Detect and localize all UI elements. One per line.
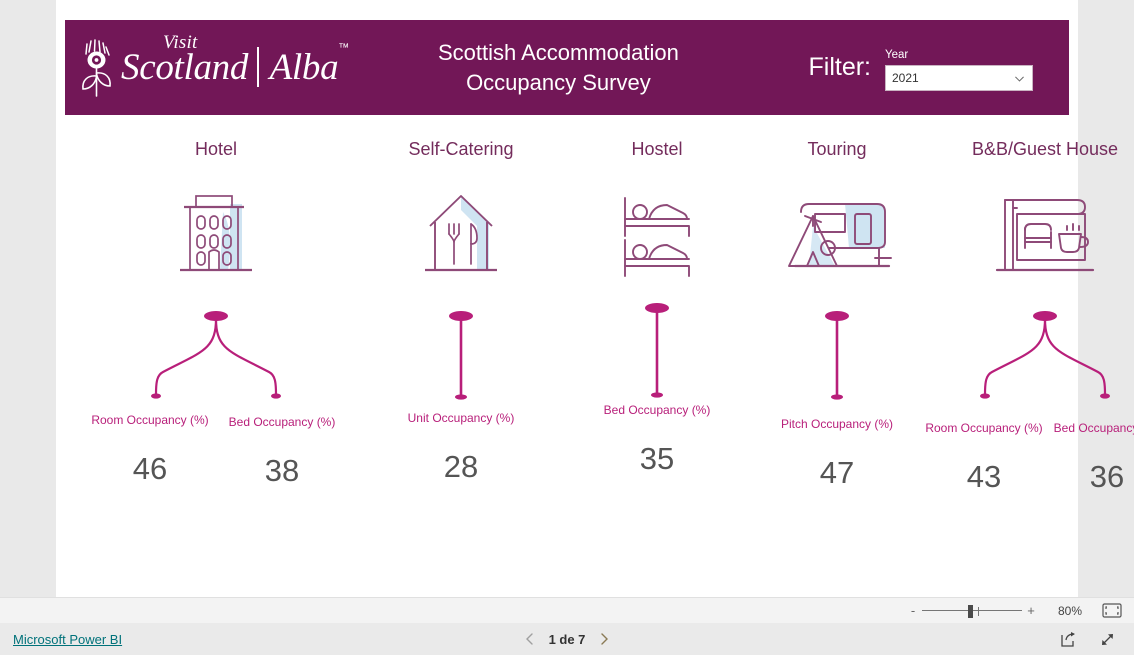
metrics-row: Bed Occupancy (%) 35 — [560, 404, 754, 474]
year-dropdown[interactable]: 2021 — [885, 65, 1033, 92]
report-canvas: Visit Scotland Alba ™ Scottish Accommodatio… — [56, 0, 1134, 597]
category-hotel: Hotel Room Occupancy (%) 46 Bed Occupanc… — [76, 140, 356, 486]
metric-value: 35 — [639, 441, 675, 476]
metric-room-occupancy: Room Occupancy (%) 43 — [922, 422, 1046, 492]
metrics-row: Pitch Occupancy (%) 47 — [745, 418, 929, 488]
bed-coffee-sign-icon — [995, 199, 1095, 272]
category-hostel: Hostel Bed Occupancy (%) 35 — [560, 140, 754, 474]
zoom-slider[interactable] — [922, 604, 1022, 618]
metric-value: 28 — [443, 449, 479, 484]
page-indicator: 1 de 7 — [548, 631, 586, 647]
metric-label: Room Occupancy (%) — [925, 421, 1043, 435]
zoom-in-button[interactable]: + — [1024, 603, 1038, 618]
logo-alba-text: Alba — [269, 47, 339, 88]
metric-label: Unit Occupancy (%) — [407, 411, 515, 425]
microsoft-power-bi-link[interactable]: Microsoft Power BI — [13, 632, 122, 647]
category-title: Self-Catering — [408, 139, 514, 159]
chevron-right-icon[interactable] — [595, 630, 613, 648]
year-slicer: Year 2021 — [885, 44, 1033, 92]
report-title: Scottish Accommodation Occupancy Survey — [437, 40, 679, 95]
status-actions — [1060, 631, 1116, 648]
house-cutlery-icon — [425, 195, 497, 272]
metric-label: Bed Occupancy (%) — [228, 415, 336, 429]
visitscotland-logo: Visit Scotland Alba ™ — [78, 20, 349, 115]
share-icon[interactable] — [1060, 631, 1077, 648]
fullscreen-icon[interactable] — [1099, 631, 1116, 648]
logo-wordmark: Visit Scotland Alba ™ — [121, 32, 349, 89]
category-self-catering: Self-Catering Unit Occupancy (%) 28 — [363, 140, 559, 482]
bunk-bed-icon — [624, 197, 690, 277]
logo-trademark: ™ — [338, 42, 350, 54]
zoom-slider-thumb[interactable] — [968, 604, 973, 618]
zoom-out-button[interactable]: - — [906, 603, 920, 618]
connector-single — [449, 311, 473, 400]
metric-value: 38 — [264, 453, 300, 488]
metric-bed-occupancy: Bed Occupancy (%) 38 — [216, 414, 348, 486]
caravan-tent-icon — [788, 203, 892, 268]
connector-branch-two — [151, 311, 281, 399]
category-columns: Hotel Room Occupancy (%) 46 Bed Occupanc… — [65, 140, 1134, 540]
connector-branch-two — [980, 311, 1110, 399]
metric-value: 36 — [1089, 459, 1125, 494]
category-title: Touring — [807, 139, 867, 159]
metrics-row: Room Occupancy (%) 46 Bed Occupancy (%) … — [76, 414, 356, 486]
metric-label: Pitch Occupancy (%) — [780, 417, 894, 431]
report-header: Visit Scotland Alba ™ Scottish Accommodatio… — [65, 20, 1069, 115]
category-title: Hotel — [194, 139, 238, 159]
connector-single — [645, 303, 669, 398]
chevron-down-icon — [1015, 76, 1024, 82]
metric-label: Bed Occupancy (%) — [1053, 421, 1134, 435]
zoom-bar: - + 80% — [0, 597, 1134, 623]
category-bnb-guest-house: B&B/Guest House Room Occupancy (%) 43 Be… — [920, 140, 1134, 492]
metric-room-occupancy: Room Occupancy (%) 46 — [84, 414, 216, 484]
metric-bed-occupancy: Bed Occupancy (%) 35 — [567, 404, 747, 474]
metric-bed-occupancy: Bed Occupancy (%) 36 — [1046, 422, 1134, 492]
year-slicer-caption: Year — [885, 48, 909, 61]
metric-value: 47 — [819, 455, 855, 490]
category-touring: Touring Pitch Occupancy (%) 47 — [745, 140, 929, 488]
zoom-percent-label: 80% — [1057, 603, 1083, 618]
logo-divider — [257, 47, 259, 87]
year-selected-value: 2021 — [892, 71, 919, 86]
connector-single — [825, 311, 849, 400]
filter-label: Filter: — [808, 53, 872, 81]
logo-visit-text: Visit — [163, 32, 198, 53]
metric-unit-occupancy: Unit Occupancy (%) 28 — [371, 412, 551, 482]
category-title: B&B/Guest House — [971, 139, 1119, 159]
metrics-row: Unit Occupancy (%) 28 — [363, 412, 559, 482]
zoom-slider-tick — [978, 606, 979, 616]
thistle-icon — [82, 38, 111, 97]
filter-block: Filter: Year 2021 — [808, 44, 1033, 92]
chevron-left-icon[interactable] — [521, 630, 539, 648]
category-title: Hostel — [631, 139, 683, 159]
status-bar: Microsoft Power BI 1 de 7 — [0, 623, 1134, 655]
metric-label: Room Occupancy (%) — [91, 413, 209, 427]
fit-to-page-icon[interactable] — [1102, 603, 1122, 618]
pager: 1 de 7 — [497, 630, 637, 648]
metric-value: 46 — [132, 451, 168, 486]
metric-label: Bed Occupancy (%) — [603, 403, 711, 417]
metrics-row: Room Occupancy (%) 43 Bed Occupancy (%) … — [920, 422, 1134, 492]
metric-value: 43 — [966, 459, 1002, 494]
hotel-building-icon — [180, 195, 252, 272]
metric-pitch-occupancy: Pitch Occupancy (%) 47 — [751, 418, 923, 488]
